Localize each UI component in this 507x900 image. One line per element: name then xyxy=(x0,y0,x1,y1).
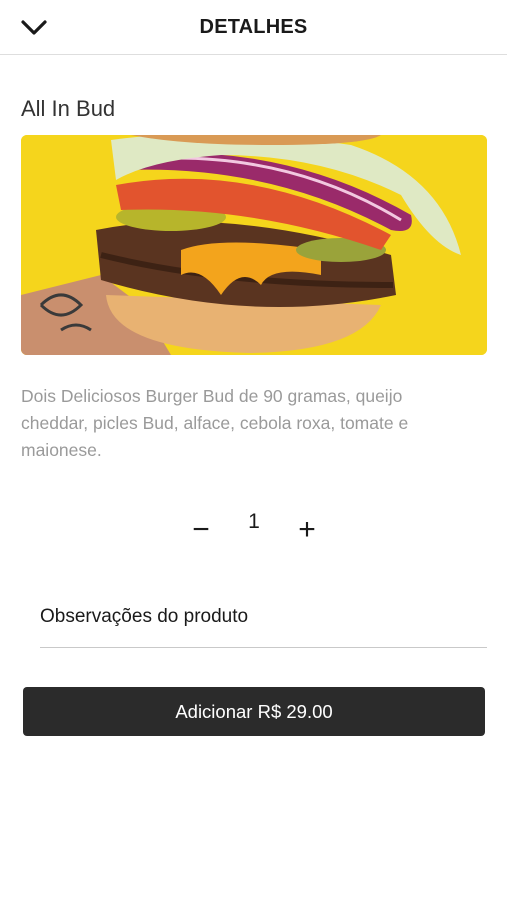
quantity-value: 1 xyxy=(248,510,260,533)
add-to-cart-button[interactable]: Adicionar R$ 29.00 xyxy=(23,687,485,736)
product-notes-input[interactable]: Observações do produto xyxy=(40,598,487,648)
product-image xyxy=(21,135,487,355)
product-notes-placeholder: Observações do produto xyxy=(40,606,249,627)
header-bar: DETALHES xyxy=(0,0,507,55)
plus-icon: + xyxy=(298,513,316,546)
burger-image xyxy=(21,135,487,355)
quantity-decrease-button[interactable]: − xyxy=(185,512,217,548)
product-name: All In Bud xyxy=(21,96,116,121)
minus-icon: − xyxy=(192,513,210,546)
page-title: DETALHES xyxy=(199,16,308,38)
quantity-increase-button[interactable]: + xyxy=(291,512,323,548)
product-description: Dois Deliciosos Burger Bud de 90 gramas,… xyxy=(21,386,409,460)
